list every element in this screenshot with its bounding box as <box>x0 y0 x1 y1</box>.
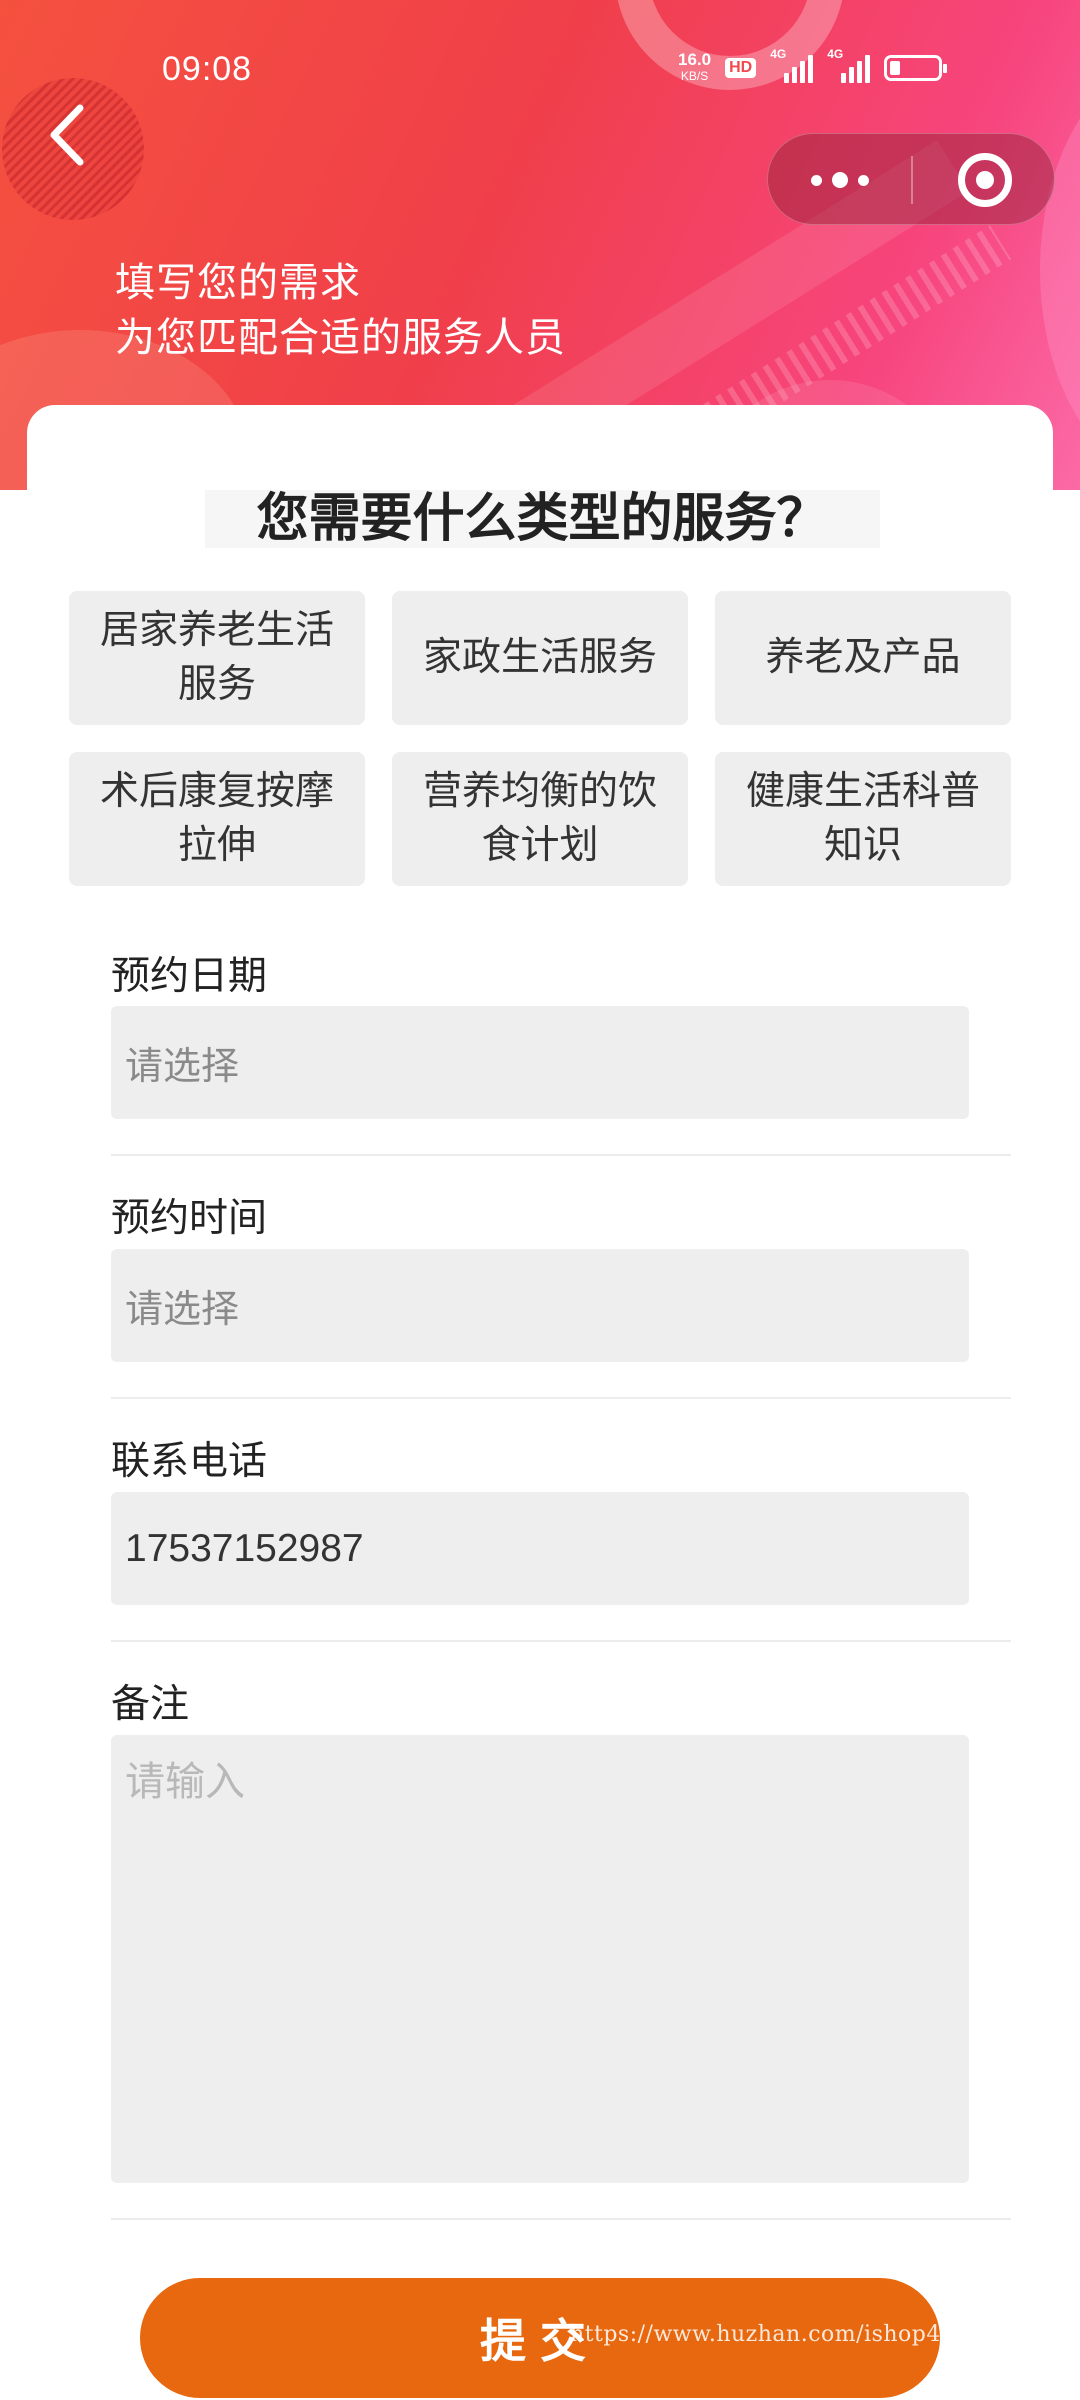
header-subtitle: 为您匹配合适的服务人员 <box>115 315 566 361</box>
signal-icon: 4G <box>827 47 871 83</box>
page-title: 您需要什么类型的服务？ <box>205 490 880 548</box>
divider <box>111 1640 1011 1642</box>
status-icons: 16.0 KB/S HD 4G 4G <box>678 47 948 84</box>
hd-icon: HD <box>725 58 757 78</box>
chevron-left-icon <box>50 104 84 166</box>
signal-label: 4G <box>770 47 787 61</box>
close-button[interactable] <box>913 134 1056 226</box>
time-picker[interactable]: 请选择 <box>111 1249 969 1362</box>
signal-icon: 4G <box>770 47 814 83</box>
target-circle-icon <box>957 153 1012 207</box>
status-time: 09:08 <box>162 50 253 88</box>
date-placeholder: 请选择 <box>125 1044 240 1088</box>
watermark-text: https://www.huzhan.com/ishop44453 <box>570 2322 999 2347</box>
back-button[interactable] <box>38 100 98 170</box>
service-option[interactable]: 营养均衡的饮食计划 <box>392 752 688 886</box>
service-option[interactable]: 健康生活科普知识 <box>715 752 1011 886</box>
signal-label: 4G <box>827 47 844 61</box>
phone-label: 联系电话 <box>111 1439 268 1484</box>
service-option[interactable]: 居家养老生活服务 <box>69 591 365 725</box>
network-speed: 16.0 KB/S <box>678 50 712 84</box>
phone-input[interactable]: 17537152987 <box>111 1492 969 1605</box>
more-dots-icon <box>831 172 848 188</box>
service-option[interactable]: 术后康复按摩拉伸 <box>69 752 365 886</box>
divider <box>111 1154 1011 1156</box>
battery-icon <box>884 55 948 81</box>
divider <box>111 2218 1011 2220</box>
phone-value: 17537152987 <box>125 1526 364 1570</box>
remarks-textarea[interactable]: 请输入 <box>111 1735 969 2183</box>
time-label: 预约时间 <box>111 1196 268 1241</box>
remarks-label: 备注 <box>111 1682 190 1727</box>
more-button[interactable] <box>768 134 911 226</box>
more-dots-icon <box>857 174 869 186</box>
network-speed-value: 16.0 <box>678 50 712 69</box>
more-dots-icon <box>810 174 822 186</box>
network-speed-unit: KB/S <box>680 69 709 83</box>
date-picker[interactable]: 请选择 <box>111 1006 969 1119</box>
mini-program-capsule <box>767 133 1055 225</box>
divider <box>111 1397 1011 1399</box>
service-option[interactable]: 养老及产品 <box>715 591 1011 725</box>
time-placeholder: 请选择 <box>125 1287 240 1331</box>
remarks-placeholder: 请输入 <box>125 1759 245 1805</box>
header-title: 填写您的需求 <box>115 260 361 306</box>
date-label: 预约日期 <box>111 954 268 999</box>
service-option[interactable]: 家政生活服务 <box>392 591 688 725</box>
